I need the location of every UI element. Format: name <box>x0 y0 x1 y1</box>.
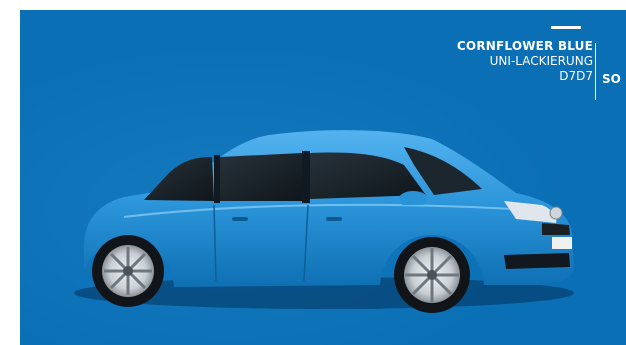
color-code: D7D7 <box>559 69 593 83</box>
front-wheel <box>394 237 470 313</box>
license-plate <box>552 237 572 249</box>
panel-divider <box>595 43 596 100</box>
color-info: CORNFLOWER BLUE UNI-LACKIERUNG D7D7 <box>353 26 593 83</box>
vw-logo <box>549 206 563 220</box>
rear-door-handle <box>232 217 248 221</box>
next-color-label[interactable]: SO <box>602 72 621 86</box>
front-door-handle <box>326 217 342 221</box>
rear-window <box>144 157 214 201</box>
rear-wheel <box>92 235 164 307</box>
color-finish: UNI-LACKIERUNG <box>489 54 593 68</box>
rear-door-window <box>220 153 302 201</box>
color-name: CORNFLOWER BLUE <box>456 39 593 53</box>
grille <box>542 223 570 235</box>
color-panel: CORNFLOWER BLUE UNI-LACKIERUNG D7D7 SO <box>20 10 626 345</box>
accent-bar <box>551 26 581 29</box>
car-image <box>74 130 575 313</box>
